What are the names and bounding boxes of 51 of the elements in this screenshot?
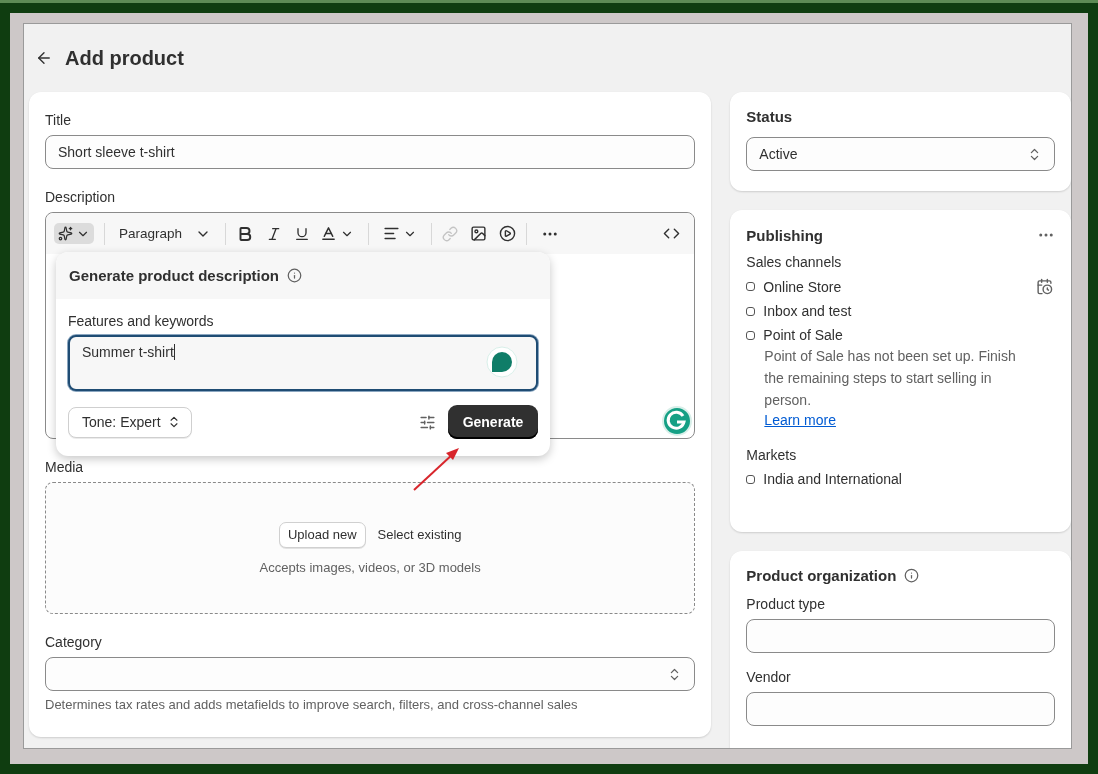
market-checkbox[interactable] — [746, 474, 756, 484]
market-name: India and International — [763, 471, 902, 487]
channel-checkbox[interactable] — [746, 306, 756, 316]
section-label: Sales channels — [746, 254, 843, 270]
status-select[interactable]: Active — [746, 137, 1055, 171]
field-label: Features and keywords — [68, 313, 215, 329]
popover-title: Generate product description — [69, 267, 280, 284]
category-help: Determines tax rates and adds metafields to improve search, filters, and cross-channel sales — [45, 697, 579, 712]
card-title: Publishing — [746, 226, 823, 244]
underline-icon[interactable] — [294, 225, 311, 242]
tone-select[interactable]: Tone: Expert — [68, 406, 192, 438]
paragraph-dropdown[interactable]: Paragraph — [115, 222, 216, 245]
channel-note: Point of Sale has not been set up. Finish the remaining steps to start selling in person. — [764, 347, 1017, 410]
annotation-arrow — [412, 446, 462, 492]
text-color-icon — [320, 225, 338, 242]
text-input[interactable] — [746, 619, 1055, 653]
play-icon[interactable] — [499, 225, 517, 242]
category-select[interactable] — [45, 657, 696, 691]
align-left-icon — [383, 225, 401, 242]
select-existing-link[interactable]: Select existing — [377, 527, 462, 542]
info-icon — [904, 568, 920, 583]
field-label: Product type — [746, 596, 826, 612]
channel-checkbox[interactable] — [746, 330, 756, 340]
learn-more-link[interactable]: Learn more — [764, 412, 836, 428]
channel-checkbox[interactable] — [746, 282, 756, 291]
field-label: Media — [45, 459, 85, 475]
card-title: Status — [746, 108, 794, 125]
speech-bubble-icon — [486, 346, 518, 378]
channel-name: Online Store — [763, 278, 843, 295]
field-label: Description — [45, 189, 117, 205]
upload-button[interactable]: Upload new — [278, 521, 366, 548]
ai-generate-button[interactable] — [54, 223, 94, 244]
channel-name: Point of Sale — [763, 327, 844, 343]
info-icon — [287, 268, 303, 283]
grammar-assistant-icon — [662, 406, 693, 436]
field-label: Vendor — [746, 669, 792, 685]
channel-name: Inbox and test — [763, 303, 853, 319]
card-title: Product organization — [746, 567, 897, 584]
section-label: Markets — [746, 447, 798, 463]
schedule-icon[interactable] — [1036, 278, 1053, 295]
image-icon[interactable] — [470, 225, 488, 242]
field-label: Category — [45, 634, 103, 650]
field-label: Title — [45, 112, 72, 128]
generate-button[interactable]: Generate — [448, 405, 538, 439]
text-input[interactable] — [746, 692, 1055, 726]
media-hint: Accepts images, videos, or 3D models — [259, 559, 481, 575]
title-input[interactable]: Short sleeve t-shirt — [45, 135, 696, 169]
sliders-icon[interactable] — [419, 413, 436, 431]
keywords-input[interactable]: Summer t-shirt — [68, 335, 538, 391]
sparkle-icon — [58, 226, 73, 241]
page-title: Add product — [65, 46, 184, 70]
